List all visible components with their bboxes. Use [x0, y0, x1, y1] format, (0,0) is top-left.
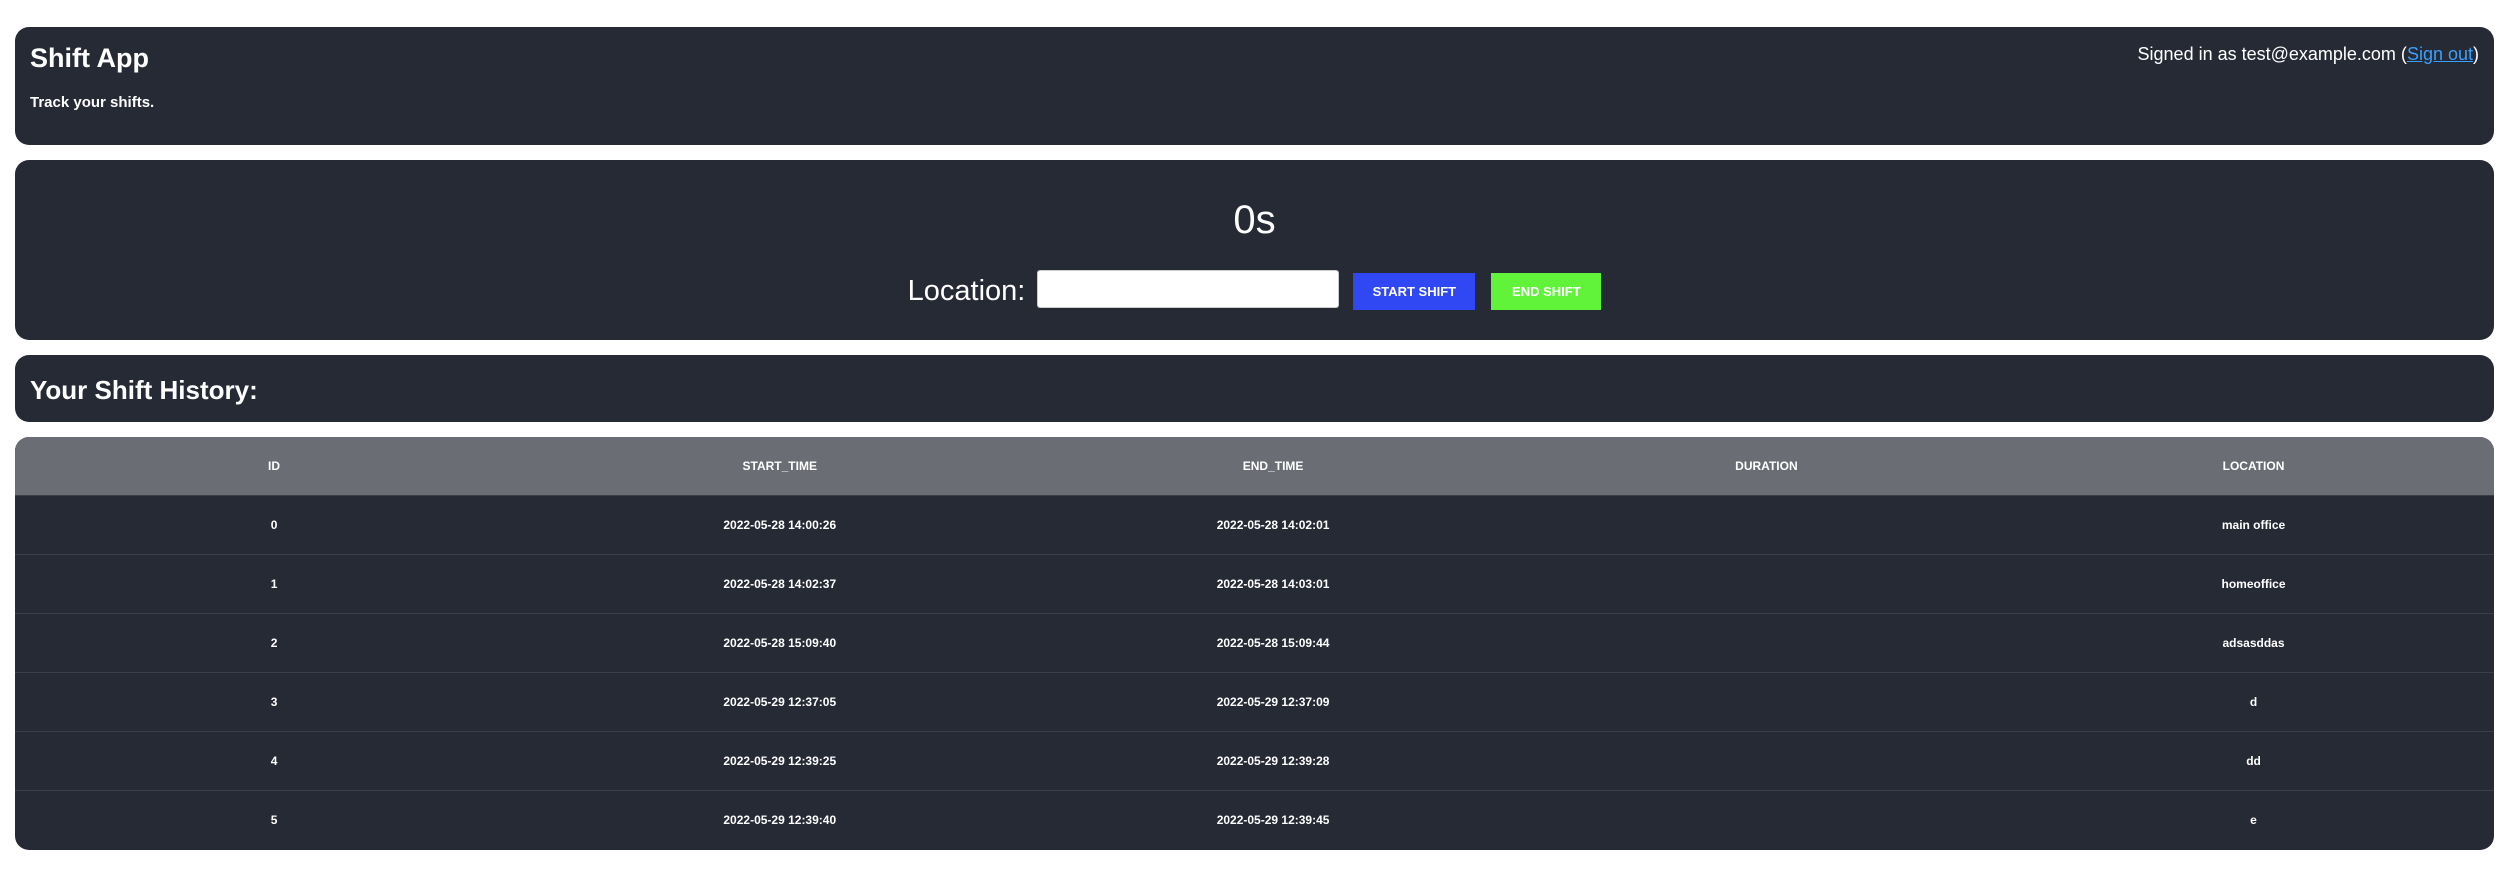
- table-row: 2 2022-05-28 15:09:40 2022-05-28 15:09:4…: [15, 613, 2494, 672]
- cell-id: 5: [270, 812, 278, 827]
- cell-id: 1: [270, 576, 278, 591]
- cell-location: main office: [2221, 517, 2286, 532]
- cell-start-time: 2022-05-29 12:39:40: [723, 812, 837, 827]
- cell-duration: [1520, 554, 2013, 613]
- shift-timer-panel: 0s Location: START SHIFT END SHIFT: [15, 160, 2494, 340]
- column-header-start-time: START_TIME: [742, 458, 817, 473]
- cell-location: d: [2249, 694, 2258, 709]
- shift-history-table-card: ID START_TIME END_TIME DURATION LOCATION…: [15, 437, 2494, 850]
- app-title: Shift App: [30, 43, 149, 73]
- shift-history-table: ID START_TIME END_TIME DURATION LOCATION…: [15, 437, 2494, 849]
- cell-id: 3: [270, 694, 278, 709]
- cell-duration: [1520, 495, 2013, 554]
- cell-end-time: 2022-05-28 14:02:01: [1216, 517, 1330, 532]
- cell-start-time: 2022-05-29 12:39:25: [723, 753, 837, 768]
- cell-start-time: 2022-05-29 12:37:05: [723, 694, 837, 709]
- cell-end-time: 2022-05-29 12:39:45: [1216, 812, 1330, 827]
- table-header-row: ID START_TIME END_TIME DURATION LOCATION: [15, 437, 2494, 495]
- column-header-duration: DURATION: [1735, 458, 1798, 473]
- location-label: Location:: [907, 275, 1026, 307]
- cell-end-time: 2022-05-28 14:03:01: [1216, 576, 1330, 591]
- table-row: 4 2022-05-29 12:39:25 2022-05-29 12:39:2…: [15, 731, 2494, 790]
- signed-in-suffix: ): [2473, 44, 2479, 64]
- cell-end-time: 2022-05-29 12:39:28: [1216, 753, 1330, 768]
- cell-id: 0: [270, 517, 278, 532]
- cell-id: 2: [270, 635, 278, 650]
- signed-in-text: Signed in as test@example.com (: [2137, 44, 2407, 64]
- history-title: Your Shift History:: [30, 375, 258, 405]
- column-header-location: LOCATION: [2222, 458, 2285, 473]
- column-header-id: ID: [268, 458, 281, 473]
- app-subtitle: Track your shifts.: [30, 94, 155, 111]
- cell-location: homeoffice: [2221, 576, 2286, 591]
- shift-history-heading: Your Shift History:: [15, 355, 2494, 422]
- cell-duration: [1520, 613, 2013, 672]
- table-row: 1 2022-05-28 14:02:37 2022-05-28 14:03:0…: [15, 554, 2494, 613]
- app-header: Shift App Track your shifts. Signed in a…: [15, 27, 2494, 145]
- table-row: 3 2022-05-29 12:37:05 2022-05-29 12:37:0…: [15, 672, 2494, 731]
- cell-location: adsasddas: [2222, 635, 2285, 650]
- cell-duration: [1520, 672, 2013, 731]
- cell-start-time: 2022-05-28 14:02:37: [723, 576, 837, 591]
- table-row: 0 2022-05-28 14:00:26 2022-05-28 14:02:0…: [15, 495, 2494, 554]
- cell-location: e: [2250, 812, 2257, 827]
- cell-duration: [1520, 731, 2013, 790]
- cell-end-time: 2022-05-29 12:37:09: [1216, 694, 1330, 709]
- location-row: Location: START SHIFT END SHIFT: [15, 269, 2494, 310]
- sign-out-link[interactable]: Sign out: [2407, 44, 2473, 64]
- location-input[interactable]: [1037, 269, 1340, 308]
- cell-start-time: 2022-05-28 15:09:40: [723, 635, 837, 650]
- cell-id: 4: [270, 753, 278, 768]
- cell-duration: [1520, 790, 2013, 849]
- elapsed-time: 0s: [1233, 198, 1276, 242]
- table-row: 5 2022-05-29 12:39:40 2022-05-29 12:39:4…: [15, 790, 2494, 849]
- cell-start-time: 2022-05-28 14:00:26: [723, 517, 837, 532]
- signed-in-status: Signed in as test@example.com (Sign out): [2138, 44, 2479, 65]
- end-shift-button[interactable]: END SHIFT: [1491, 273, 1602, 310]
- cell-end-time: 2022-05-28 15:09:44: [1216, 635, 1330, 650]
- start-shift-button[interactable]: START SHIFT: [1353, 273, 1476, 310]
- column-header-end-time: END_TIME: [1242, 458, 1304, 473]
- cell-location: dd: [2246, 753, 2261, 768]
